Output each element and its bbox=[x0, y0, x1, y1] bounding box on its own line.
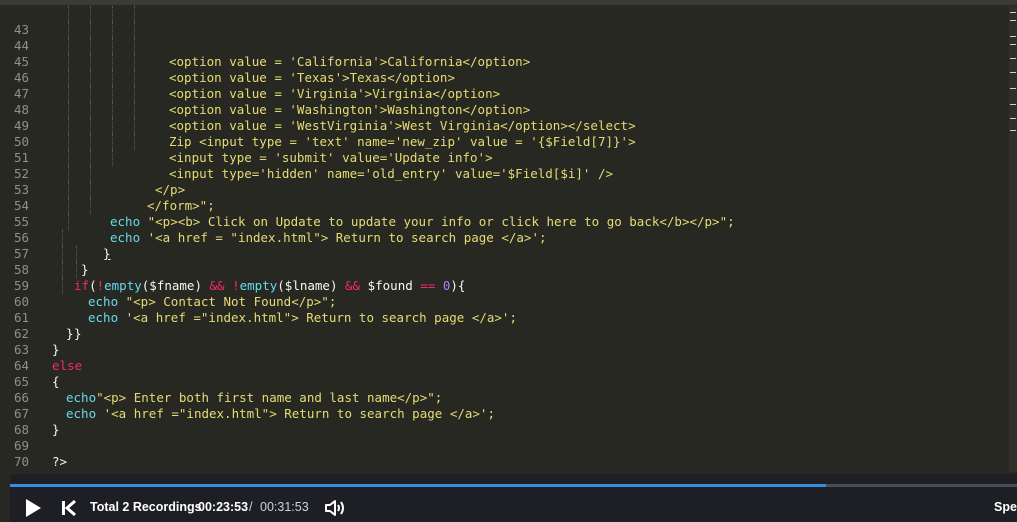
code-text: "<p> Enter both first name and last name… bbox=[96, 390, 443, 405]
code-line: 50 <input type='hidden' name='old_entry'… bbox=[0, 118, 613, 181]
code-operator: && bbox=[209, 278, 225, 293]
code-line: 68 bbox=[0, 406, 30, 437]
code-line: 63 else bbox=[0, 326, 82, 373]
current-time: 00:23:53 bbox=[198, 500, 249, 514]
time-separator: / bbox=[249, 500, 253, 514]
code-text: $found bbox=[360, 278, 421, 293]
code-text: } bbox=[52, 422, 60, 437]
minimap-strip[interactable] bbox=[1009, 6, 1017, 472]
code-line: 61 } bbox=[0, 294, 74, 341]
code-function: empty bbox=[104, 278, 142, 293]
code-text: "<p><b> Click on Update to update your i… bbox=[140, 214, 735, 229]
code-text: <input type='hidden' name='old_entry' va… bbox=[169, 166, 614, 181]
play-icon bbox=[26, 499, 41, 517]
code-line: 46 <option value = 'Washington'>Washingt… bbox=[0, 54, 530, 117]
code-line: 62 } bbox=[0, 310, 60, 357]
code-line: 51 </p> bbox=[0, 134, 185, 197]
progress-fill bbox=[10, 484, 826, 487]
code-line: 60 } bbox=[0, 278, 82, 341]
code-text: <option value = 'Virginia'>Virginia</opt… bbox=[169, 86, 501, 101]
code-keyword: echo bbox=[66, 406, 97, 421]
code-text: ?> bbox=[52, 454, 68, 469]
code-text: </ bbox=[52, 470, 67, 472]
code-text: { bbox=[52, 374, 60, 389]
code-keyword: echo bbox=[66, 390, 97, 405]
code-keyword: echo bbox=[110, 230, 141, 245]
code-tag: body bbox=[67, 470, 97, 472]
top-bar bbox=[0, 0, 1017, 5]
code-text: <option value = 'Washington'>Washington<… bbox=[169, 102, 531, 117]
code-text: '<a href ="index.html"> Return to search… bbox=[96, 406, 495, 421]
code-line: 69 ?> bbox=[0, 422, 67, 469]
code-text: ){ bbox=[450, 278, 466, 293]
skip-back-icon bbox=[62, 499, 76, 517]
code-operator: && bbox=[345, 278, 361, 293]
code-text: '<a href ="index.html"> Return to search… bbox=[118, 310, 517, 325]
code-line: 56 } bbox=[0, 214, 89, 277]
code-line: 64 { bbox=[0, 342, 60, 389]
code-operator: ! bbox=[96, 278, 105, 293]
code-function: empty bbox=[239, 278, 278, 293]
code-line: 49 <input type = 'submit' value='Update … bbox=[0, 102, 493, 165]
total-time: 00:31:53 bbox=[260, 500, 309, 514]
code-text: '<a href = "index.html"> Return to searc… bbox=[140, 230, 547, 245]
code-line: 53 echo "<p><b> Click on Update to updat… bbox=[0, 166, 735, 229]
code-line: 70 </body> bbox=[0, 438, 105, 472]
code-line: 44 <option value = 'Texas'>Texas</option… bbox=[0, 22, 455, 85]
recordings-label: Total 2 Recordings bbox=[90, 500, 202, 514]
code-line: 47 <option value = 'WestVirginia'>West V… bbox=[0, 70, 636, 133]
code-text: } bbox=[52, 342, 60, 357]
code-operator: == bbox=[420, 278, 436, 293]
code-keyword: echo bbox=[88, 310, 119, 325]
progress-bar[interactable] bbox=[10, 484, 1017, 487]
code-text: } bbox=[74, 326, 82, 341]
code-text: <input type = 'submit' value='Update inf… bbox=[169, 150, 493, 165]
code-keyword: if bbox=[74, 278, 90, 293]
code-line: 52 </form>"; bbox=[0, 150, 215, 213]
code-line: 65 echo"<p> Enter both first name and la… bbox=[0, 358, 442, 405]
code-text: </form>"; bbox=[147, 198, 215, 213]
playback-bar: Total 2 Recordings 00:23:53 / 00:31:53 S… bbox=[10, 474, 1017, 522]
code-line: 45 <option value = 'Virginia'>Virginia</… bbox=[0, 38, 500, 101]
code-text: } bbox=[66, 326, 74, 341]
code-keyword: else bbox=[52, 358, 83, 373]
code-line: 55 } bbox=[0, 198, 111, 261]
volume-icon bbox=[325, 500, 344, 516]
code-text: ($fname) bbox=[141, 278, 210, 293]
code-line: 71 </html> bbox=[0, 454, 30, 472]
code-line: 48 Zip <input type = 'text' name='new_zi… bbox=[0, 86, 636, 149]
volume-button[interactable] bbox=[324, 498, 348, 518]
code-line: 66 echo '<a href ="index.html"> Return t… bbox=[0, 374, 495, 421]
code-line: 43 <option value = 'California'>Californ… bbox=[0, 6, 530, 69]
code-text: Zip <input type = 'text' name='new_zip' … bbox=[169, 134, 636, 149]
code-text: > bbox=[97, 470, 105, 472]
code-line: 58 echo "<p> Contact Not Found</p>"; bbox=[0, 246, 336, 309]
code-line: 54 echo '<a href = "index.html"> Return … bbox=[0, 182, 547, 245]
code-line: 59 echo '<a href ="index.html"> Return t… bbox=[0, 262, 517, 325]
code-text: </p> bbox=[155, 182, 186, 197]
code-keyword: echo bbox=[88, 294, 119, 309]
code-text: <option value = 'California'>California<… bbox=[169, 54, 531, 69]
code-operator: ! bbox=[232, 278, 240, 293]
code-keyword: echo bbox=[110, 214, 141, 229]
code-editor[interactable]: 43 <option value = 'California'>Californ… bbox=[0, 6, 1017, 472]
speed-button[interactable]: Spe bbox=[994, 500, 1017, 514]
play-button[interactable] bbox=[22, 498, 44, 518]
code-line: 67 } bbox=[0, 390, 60, 437]
code-text: } bbox=[103, 246, 111, 261]
code-text: <option value = 'Texas'>Texas</option> bbox=[169, 70, 455, 85]
line-number: 71 bbox=[0, 470, 29, 472]
code-text: } bbox=[81, 262, 89, 277]
skip-back-button[interactable] bbox=[60, 499, 78, 517]
code-text: ($lname) bbox=[277, 278, 345, 293]
code-text: <option value = 'WestVirginia'>West Virg… bbox=[169, 118, 636, 133]
code-line: 57 if(!empty($fname) && !empty($lname) &… bbox=[0, 230, 465, 293]
code-text: ( bbox=[89, 278, 97, 293]
code-text: "<p> Contact Not Found</p>"; bbox=[118, 294, 337, 309]
